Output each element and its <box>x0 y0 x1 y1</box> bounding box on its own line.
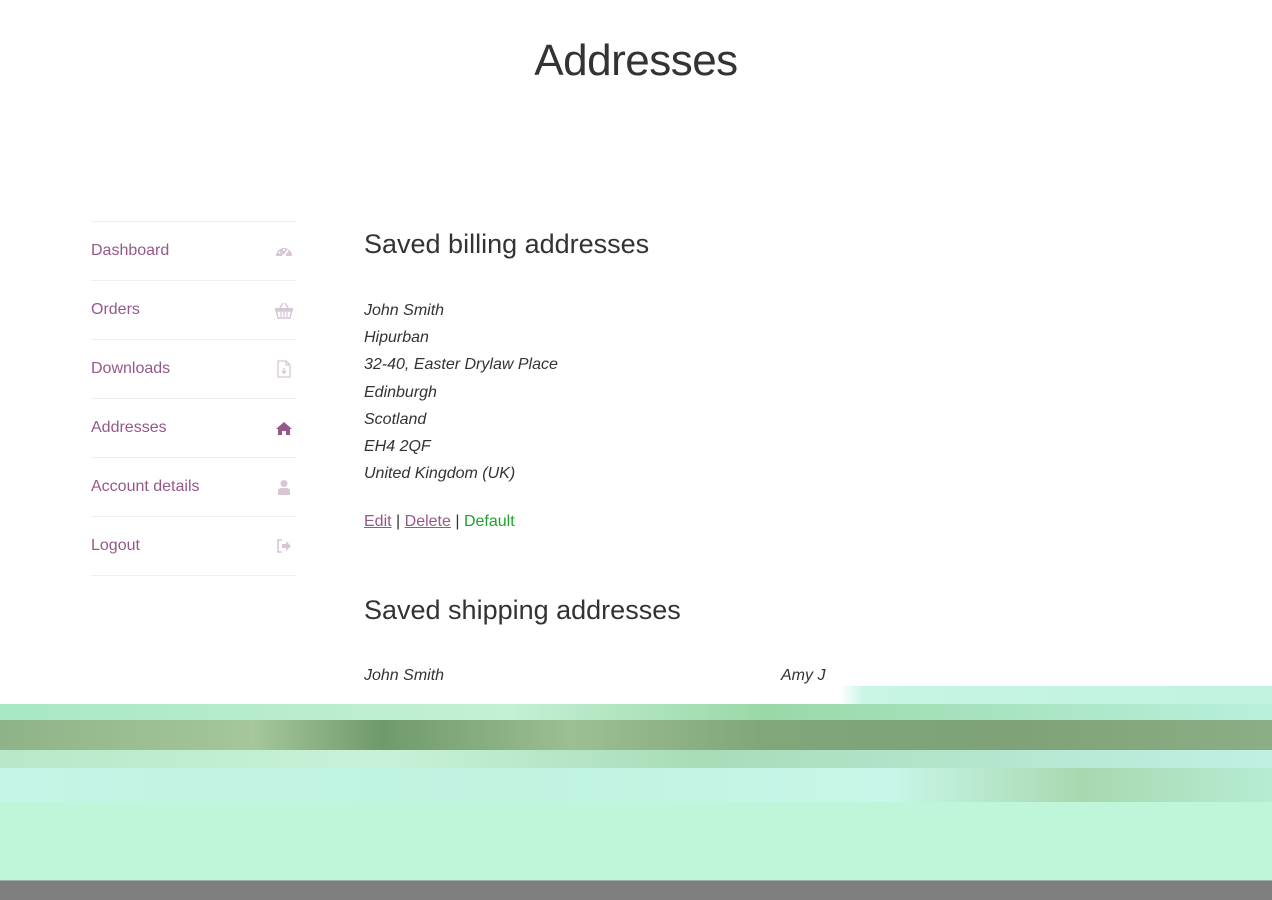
address-line: John Smith <box>364 302 445 319</box>
file-download-icon <box>274 359 294 379</box>
logout-icon <box>274 536 294 556</box>
nav-item-logout[interactable]: Logout <box>91 517 296 576</box>
delete-address-link[interactable]: Delete <box>405 513 451 530</box>
nav-item-label: Addresses <box>91 419 167 436</box>
billing-heading: Saved billing addresses <box>364 229 650 259</box>
dashboard-icon <box>274 241 294 261</box>
account-navigation: Dashboard Orders Downloads Addresses Acc… <box>91 221 296 576</box>
page-title: Addresses <box>534 36 738 85</box>
nav-item-label: Logout <box>91 537 140 554</box>
page: Addresses Dashboard Orders Downloads Add… <box>0 0 1272 900</box>
nav-item-label: Dashboard <box>91 242 170 259</box>
shipping-heading: Saved shipping addresses <box>364 595 681 626</box>
nav-item-dashboard[interactable]: Dashboard <box>91 222 296 281</box>
nav-item-orders[interactable]: Orders <box>91 281 296 340</box>
action-separator: | <box>396 513 401 531</box>
home-icon <box>274 418 294 438</box>
corrupted-render-region <box>0 686 1272 900</box>
billing-address: John Smith Hipurban 32-40, Easter Drylaw… <box>364 297 1224 487</box>
address-line: Scotland <box>364 410 427 428</box>
address-line: EH4 2QF <box>364 438 431 456</box>
nav-item-downloads[interactable]: Downloads <box>91 340 296 399</box>
default-address-label: Default <box>463 513 515 531</box>
billing-address-actions: Edit | Delete | Default <box>364 513 1224 537</box>
nav-item-account-details[interactable]: Account details <box>91 458 296 517</box>
nav-item-label: Downloads <box>91 360 171 377</box>
main-content: Saved billing addresses John Smith Hipur… <box>364 222 1224 690</box>
action-separator: | <box>455 513 460 531</box>
edit-address-link[interactable]: Edit <box>364 513 392 530</box>
address-line: 32-40, Easter Drylaw Place <box>364 356 558 374</box>
address-line: Hipurban <box>364 329 429 347</box>
nav-item-label: Orders <box>91 301 140 318</box>
nav-item-addresses[interactable]: Addresses <box>91 399 296 458</box>
basket-icon <box>274 300 294 320</box>
address-line: United Kingdom (UK) <box>364 465 516 483</box>
nav-item-label: Account details <box>91 478 200 495</box>
address-line: Edinburgh <box>364 383 437 401</box>
user-icon <box>274 477 294 497</box>
